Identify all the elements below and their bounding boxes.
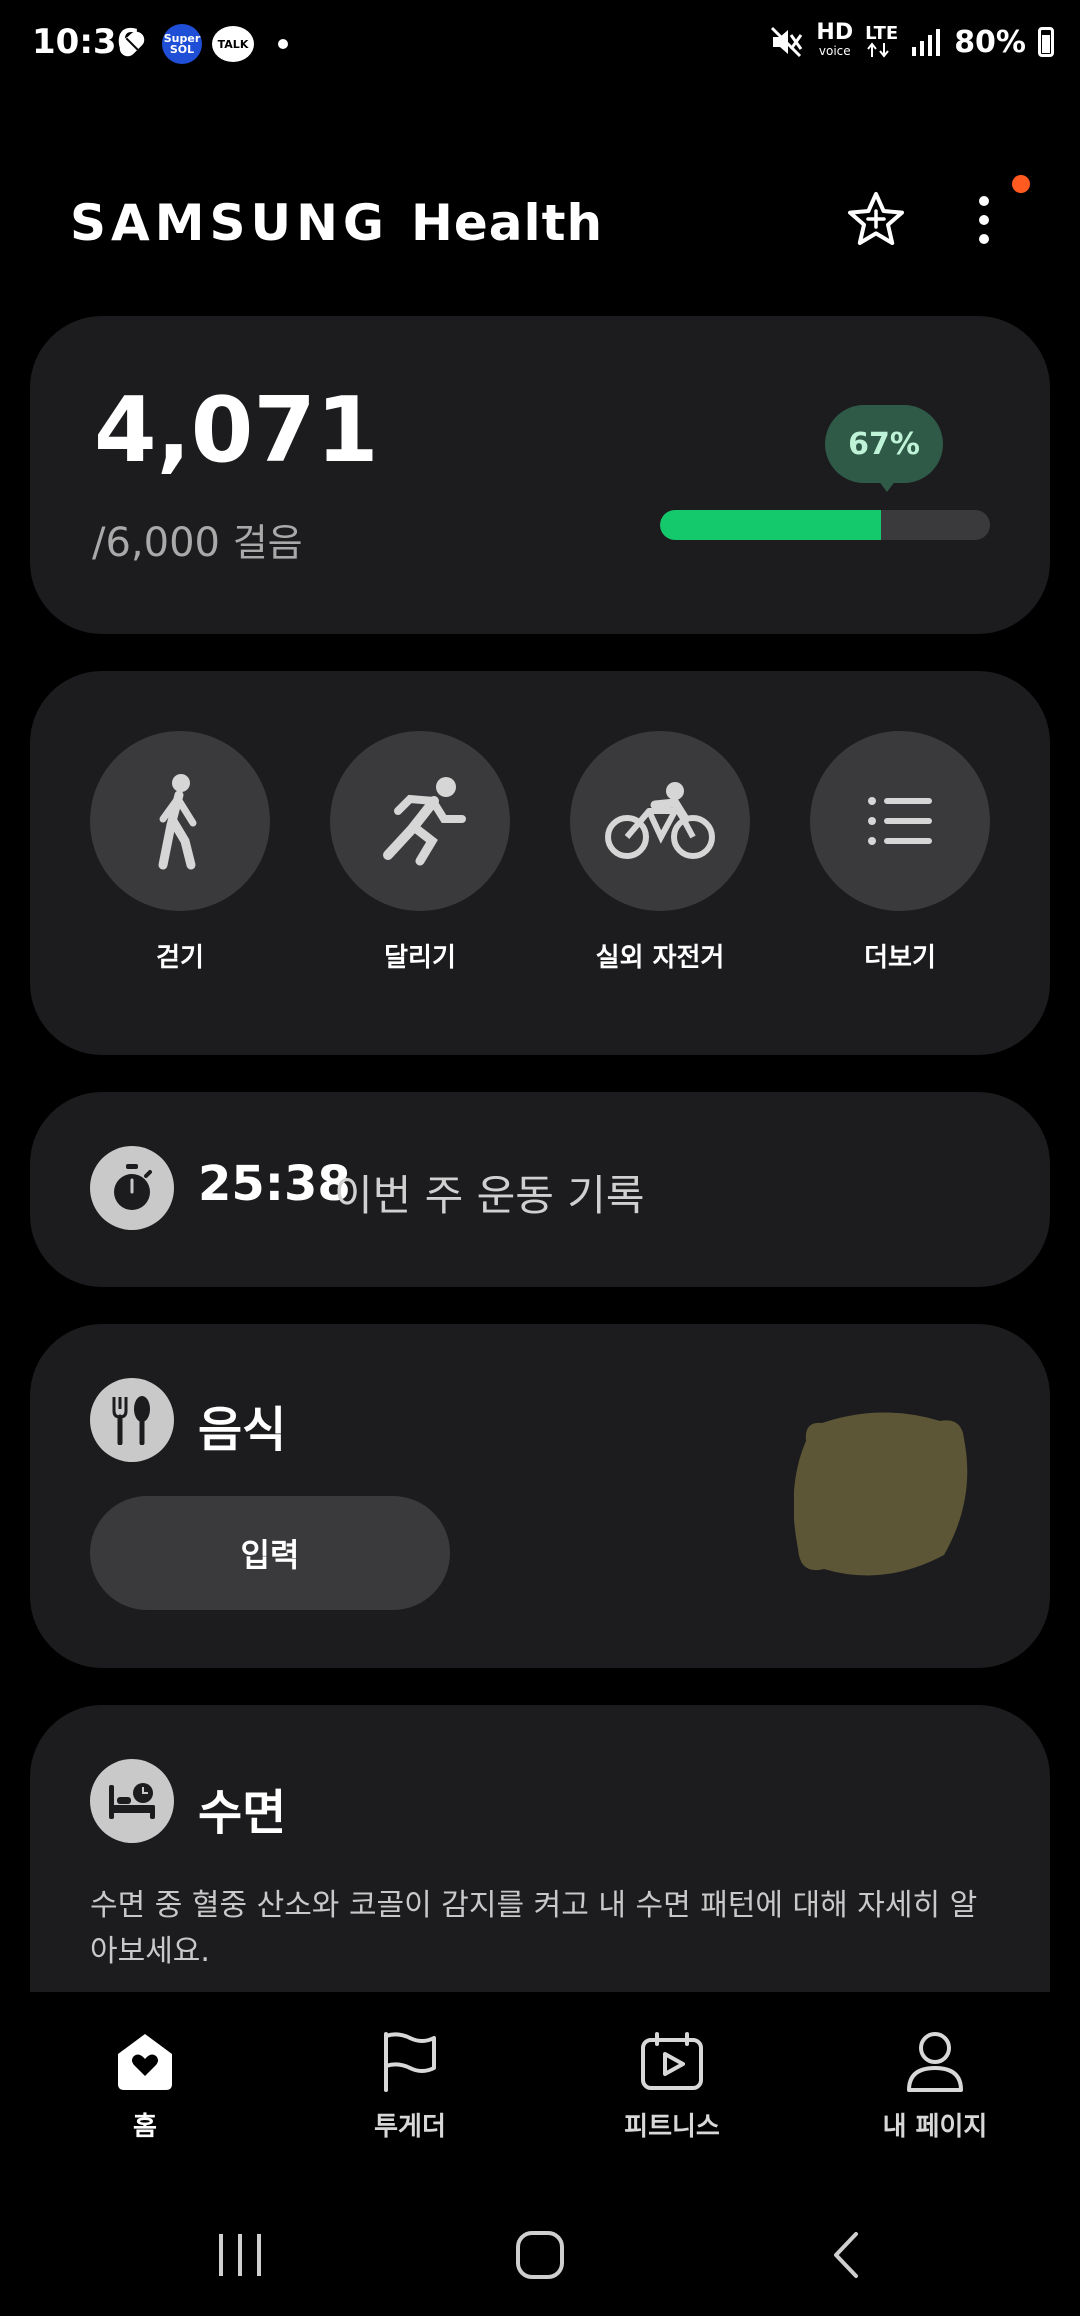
favorites-button[interactable]	[842, 186, 910, 254]
steps-unit: 걸음	[232, 521, 303, 565]
workout-time: 25:38	[198, 1156, 351, 1212]
nav-fitness[interactable]: 피트니스	[572, 2022, 772, 2143]
voice-label: voice	[818, 44, 851, 58]
food-input-button[interactable]: 입력	[90, 1496, 450, 1610]
recent-apps-button[interactable]	[200, 2220, 280, 2290]
walking-icon	[158, 774, 197, 870]
steps-goal: /6,000 걸음	[92, 512, 303, 567]
nav-my-page[interactable]: 내 페이지	[835, 2022, 1035, 2143]
status-system-icons: HD voice LTE 80%	[770, 22, 1054, 60]
steps-progress-bar	[660, 510, 990, 540]
activity-outdoor-cycling[interactable]: 실외 자전거	[570, 731, 750, 974]
status-notification-icons: Super SOL TALK	[112, 24, 288, 64]
workout-time-label: 이번 주 운동 기록	[334, 1171, 645, 1220]
nav-my-page-icon-wrap	[835, 2022, 1035, 2092]
steps-percent-bubble-tail	[875, 476, 899, 492]
app-logo: SAMSUNG Health	[70, 194, 603, 252]
notification-badge	[1012, 175, 1030, 193]
recent-apps-icon	[219, 2234, 261, 2276]
activity-more[interactable]: 더보기	[810, 731, 990, 974]
pill-icon	[119, 31, 145, 57]
bed-icon	[109, 1783, 155, 1819]
nav-together-label: 투게더	[374, 2112, 446, 2142]
food-icon-circle	[90, 1378, 174, 1462]
bottom-navigation: 홈 투게더 피트니스 내 페이지	[0, 1992, 1080, 2162]
sleep-icon-circle	[90, 1759, 174, 1843]
stopwatch-icon	[114, 1164, 152, 1210]
steps-card[interactable]: 4,071 /6,000 걸음 67%	[30, 316, 1050, 634]
fork-spoon-icon	[112, 1396, 150, 1445]
nav-home[interactable]: 홈	[45, 2022, 245, 2143]
flag-icon	[384, 2032, 436, 2092]
more-options-button[interactable]	[960, 186, 1008, 254]
steps-goal-value: /6,000	[92, 520, 220, 566]
cycling-icon	[605, 782, 715, 859]
kakaotalk-icon: TALK	[212, 26, 254, 62]
fitness-icon	[641, 2032, 703, 2090]
activity-running-label: 달리기	[384, 943, 456, 973]
nav-fitness-icon-wrap	[572, 2022, 772, 2092]
timer-icon-circle	[90, 1146, 174, 1230]
activity-cycling-circle	[570, 731, 750, 911]
system-navigation-bar	[0, 2200, 1080, 2316]
activity-walking[interactable]: 걷기	[90, 731, 270, 974]
battery-icon	[1038, 27, 1054, 57]
sleep-description: 수면 중 혈중 산소와 코골이 감지를 켜고 내 수면 패턴에 대해 자세히 알…	[90, 1888, 978, 1969]
steps-percent-bubble: 67%	[825, 405, 943, 483]
food-card[interactable]: 음식 입력	[30, 1324, 1050, 1668]
activity-shortcuts-card: 걷기 달리기 실외 자전거 더보기	[30, 671, 1050, 1055]
lte-label: LTE	[865, 23, 899, 44]
steps-count: 4,071	[94, 378, 379, 483]
food-title: 음식	[198, 1402, 287, 1458]
home-icon	[118, 2034, 172, 2090]
brand-samsung: SAMSUNG	[70, 194, 389, 252]
home-system-button[interactable]	[500, 2220, 580, 2290]
app-header: SAMSUNG Health	[0, 170, 1080, 270]
star-icon	[848, 192, 904, 245]
sleep-card[interactable]: 수면 수면 중 혈중 산소와 코골이 감지를 켜고 내 수면 패턴에 대해 자세…	[30, 1705, 1050, 1995]
sleep-title: 수면	[198, 1785, 287, 1841]
nav-my-page-label: 내 페이지	[882, 2112, 988, 2142]
running-icon	[383, 777, 466, 866]
back-button[interactable]	[805, 2220, 885, 2290]
activity-walking-circle	[90, 731, 270, 911]
lte-indicator: LTE	[865, 23, 899, 58]
activity-running-circle	[330, 731, 510, 911]
steps-progress-fill	[660, 510, 882, 540]
activity-more-circle	[810, 731, 990, 911]
more-notifications-dot-icon	[278, 39, 288, 49]
weekly-workout-card[interactable]: 25:38 이번 주 운동 기록	[30, 1092, 1050, 1287]
back-chevron-icon	[834, 2232, 858, 2278]
nav-fitness-label: 피트니스	[624, 2112, 720, 2142]
activity-running[interactable]: 달리기	[330, 731, 510, 974]
battery-percent: 80%	[954, 24, 1026, 60]
lemon-illustration	[794, 1412, 968, 1576]
nav-home-icon-wrap	[45, 2022, 245, 2092]
data-arrows-icon	[867, 42, 889, 58]
brand-health: Health	[410, 194, 604, 252]
activity-cycling-label: 실외 자전거	[595, 943, 725, 973]
super-sol-icon: Super SOL	[162, 24, 202, 64]
activity-walking-label: 걷기	[156, 943, 204, 973]
more-vertical-icon	[979, 196, 989, 244]
nav-home-label: 홈	[133, 2112, 157, 2142]
nav-together-icon-wrap	[310, 2022, 510, 2092]
hd-voice-indicator: HD voice	[816, 22, 853, 60]
nav-together[interactable]: 투게더	[310, 2022, 510, 2143]
person-icon	[907, 2032, 963, 2092]
home-square-icon	[516, 2231, 564, 2279]
status-bar: 10:36 Super SOL TALK HD voice LTE 80%	[0, 0, 1080, 95]
mute-icon	[771, 26, 803, 58]
list-icon	[868, 797, 932, 845]
signal-icon	[912, 29, 941, 56]
activity-more-label: 더보기	[864, 943, 936, 973]
